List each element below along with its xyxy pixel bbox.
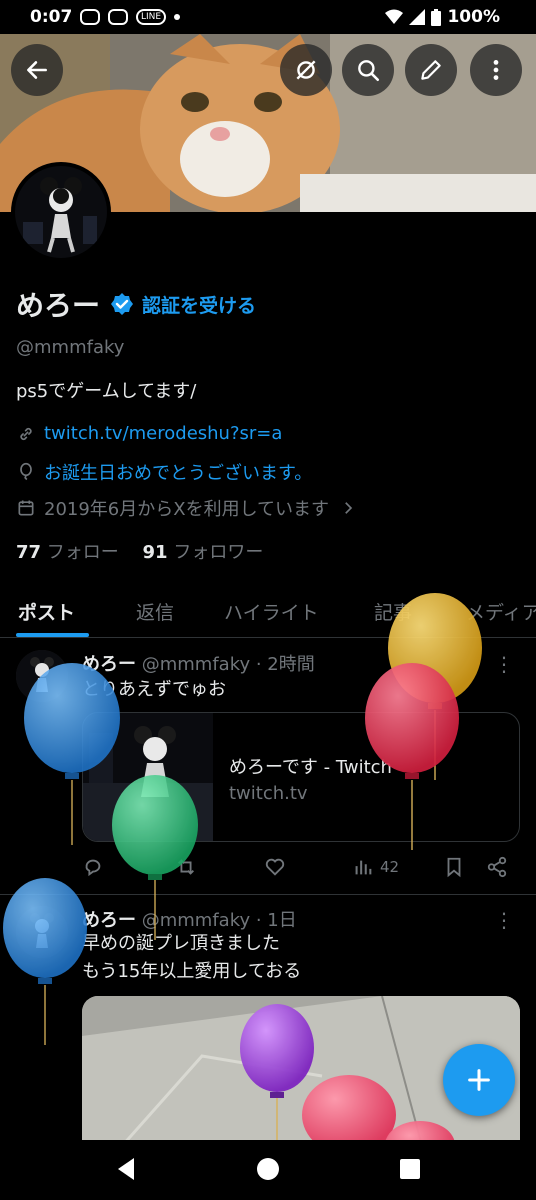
- signal-icon: [409, 9, 426, 25]
- status-right: 100%: [385, 7, 500, 27]
- discord-icon: [108, 9, 128, 25]
- followers-count: 91: [142, 542, 168, 563]
- link-icon: [20, 427, 32, 440]
- grok-button[interactable]: [280, 44, 332, 96]
- followers-label: フォロワー: [173, 542, 264, 563]
- search-button[interactable]: [342, 44, 394, 96]
- back-button[interactable]: [11, 44, 63, 96]
- post-more-button[interactable]: ⋮: [494, 908, 514, 932]
- tab-media[interactable]: メディア: [466, 598, 536, 625]
- post-actions: 42: [82, 856, 522, 884]
- repost-button[interactable]: [174, 856, 198, 878]
- views-button[interactable]: 42: [352, 856, 399, 878]
- post-author-name: めろー: [82, 654, 136, 675]
- link-card-thumbnail: [83, 713, 213, 841]
- wifi-icon: [385, 9, 404, 24]
- calendar-icon: [18, 500, 34, 516]
- profile-name-row: めろー 認証を受ける: [16, 284, 256, 324]
- home-circle-icon[interactable]: [256, 1156, 280, 1182]
- status-time: 0:07: [30, 7, 73, 27]
- share-button[interactable]: [486, 856, 508, 878]
- mickey-avatar-image: [16, 906, 68, 958]
- recents-square-icon[interactable]: [398, 1156, 422, 1182]
- post-author-name: めろー: [82, 910, 136, 931]
- link-card-domain: twitch.tv: [229, 783, 308, 804]
- followers-link[interactable]: 91 フォロワー: [143, 542, 264, 563]
- reply-button[interactable]: [82, 856, 104, 878]
- share-icon: [487, 856, 507, 878]
- post-avatar[interactable]: [16, 650, 68, 702]
- like-button[interactable]: [264, 856, 286, 878]
- profile-name: めろー: [16, 289, 101, 322]
- verified-badge-icon: [111, 293, 134, 315]
- bar-chart-icon: [355, 860, 372, 875]
- mickey-avatar-image: [16, 650, 68, 702]
- profile-website-row: twitch.tv/merodeshu?sr=a: [16, 423, 282, 444]
- post-avatar[interactable]: [16, 906, 68, 958]
- post-divider: [0, 894, 536, 895]
- mickey-avatar-image: [15, 166, 107, 258]
- profile-avatar[interactable]: [11, 162, 111, 262]
- post-text-line: とりあえずでゅお: [82, 679, 226, 700]
- post-header: めろー @mmmfaky · 2時間: [82, 650, 315, 676]
- tab-articles[interactable]: 記事: [374, 598, 412, 625]
- link-card-title: めろーです - Twitch: [229, 757, 392, 778]
- post-header: めろー @mmmfaky · 1日: [82, 906, 297, 932]
- follow-stats: 77 フォロー 91 フォロワー: [16, 538, 263, 564]
- profile-handle: @mmmfaky: [16, 337, 125, 358]
- plus-icon: [468, 1069, 490, 1091]
- post-text-line: 早めの誕プレ頂きました: [82, 933, 280, 954]
- following-count: 77: [16, 542, 42, 563]
- mickey-thumbnail-image: [83, 713, 213, 841]
- profile-birthday-row: お誕生日おめでとうございます。: [16, 459, 312, 485]
- battery-icon: [431, 8, 442, 26]
- post-text: 早めの誕プレ頂きました もう15年以上愛用しておる: [82, 930, 301, 986]
- profile-joined-row[interactable]: 2019年6月からXを利用しています: [16, 495, 357, 521]
- discord-icon: [80, 9, 100, 25]
- post-text-line: もう15年以上愛用しておる: [82, 961, 302, 982]
- bookmark-button[interactable]: [444, 856, 464, 878]
- get-verified-link[interactable]: 認証を受ける: [142, 291, 256, 318]
- battery-percent: 100%: [447, 7, 500, 27]
- more-notifications-dot: [174, 14, 181, 20]
- following-link[interactable]: 77 フォロー: [16, 542, 119, 563]
- heart-icon: [265, 858, 285, 876]
- profile-tabs: ポスト 返信 ハイライト 記事 メディア: [0, 586, 536, 638]
- repost-icon: [178, 859, 194, 875]
- compose-post-button[interactable]: [443, 1044, 515, 1116]
- more-options-button[interactable]: [470, 44, 522, 96]
- search-icon: [358, 60, 380, 82]
- tab-replies[interactable]: 返信: [136, 598, 174, 625]
- profile-website-link[interactable]: twitch.tv/merodeshu?sr=a: [44, 423, 282, 444]
- active-tab-indicator: [16, 633, 89, 637]
- grok-icon: [296, 60, 316, 80]
- bookmark-icon: [447, 857, 461, 878]
- profile-bio: ps5でゲームしてます/: [16, 381, 197, 402]
- notification-icons: LINE: [80, 9, 181, 25]
- post-meta: @mmmfaky · 1日: [141, 910, 297, 931]
- back-triangle-icon[interactable]: [114, 1156, 138, 1182]
- system-navigation-bar: [0, 1140, 536, 1200]
- line-icon: LINE: [136, 9, 167, 25]
- view-count: 42: [380, 858, 400, 876]
- post-meta: @mmmfaky · 2時間: [141, 654, 315, 675]
- arrow-left-icon: [27, 61, 47, 79]
- balloon-blue: [3, 878, 87, 1045]
- status-bar: 0:07 LINE 100%: [0, 0, 536, 34]
- post-text: とりあえずでゅお: [82, 676, 226, 704]
- reply-icon: [85, 859, 101, 877]
- tab-highlights[interactable]: ハイライト: [224, 598, 319, 625]
- profile-birthday-text[interactable]: お誕生日おめでとうございます。: [44, 459, 312, 485]
- balloon-icon: [20, 462, 32, 481]
- post-more-button[interactable]: ⋮: [494, 652, 514, 676]
- link-card[interactable]: めろーです - Twitch twitch.tv: [82, 712, 520, 842]
- edit-profile-button[interactable]: [405, 44, 457, 96]
- profile-joined-text: 2019年6月からXを利用しています: [44, 499, 330, 520]
- pencil-icon: [421, 60, 441, 80]
- chevron-right-icon: [345, 502, 353, 514]
- more-vertical-icon: [493, 60, 499, 80]
- following-label: フォロー: [46, 542, 119, 563]
- tab-posts[interactable]: ポスト: [18, 598, 75, 625]
